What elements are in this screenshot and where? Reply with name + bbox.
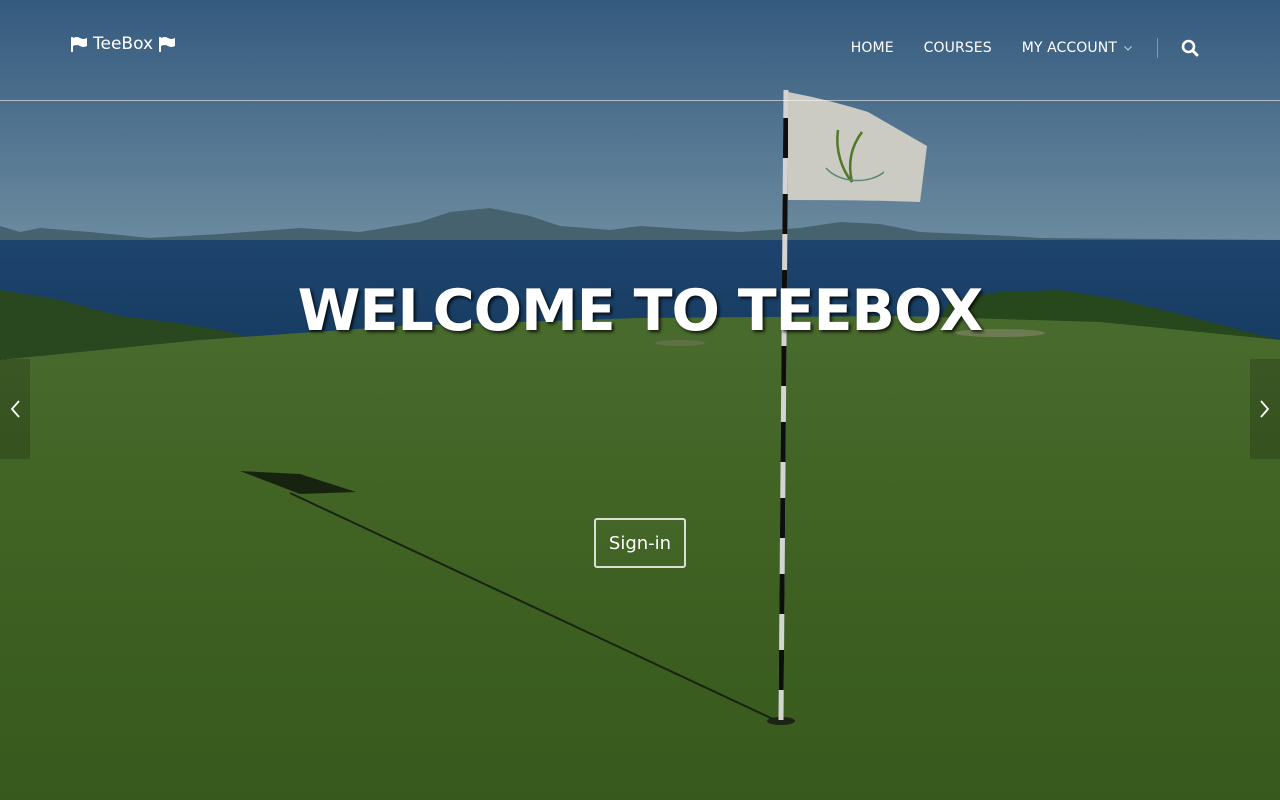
hero-headline: WELCOME TO TEEBOX (297, 278, 984, 344)
hero-slider: TeeBox HOME COURSES MY ACCOUNT WELCOME T… (0, 0, 1280, 800)
flag-icon (71, 37, 87, 52)
chevron-down-icon (1124, 45, 1132, 51)
brand-name: TeeBox (93, 34, 154, 54)
signin-button[interactable]: Sign-in (594, 518, 686, 568)
nav-item-label: COURSES (923, 40, 992, 56)
flag-icon (159, 37, 176, 52)
site-header: TeeBox HOME COURSES MY ACCOUNT (0, 0, 1280, 101)
hero-background-image (0, 0, 1280, 800)
main-nav: HOME COURSES MY ACCOUNT (851, 36, 1280, 60)
nav-item-label: HOME (850, 40, 894, 56)
chevron-right-icon (1260, 400, 1270, 418)
nav-divider (1157, 38, 1158, 58)
nav-item-home[interactable]: HOME (851, 40, 894, 56)
nav-item-courses[interactable]: COURSES (924, 40, 992, 56)
search-icon (1181, 39, 1199, 57)
nav-item-label: MY ACCOUNT (1021, 40, 1117, 56)
nav-item-my-account[interactable]: MY ACCOUNT (1022, 40, 1132, 56)
chevron-left-icon (10, 400, 20, 418)
search-button[interactable] (1180, 38, 1200, 58)
brand-logo[interactable]: TeeBox (70, 32, 176, 56)
slider-next-button[interactable] (1250, 359, 1280, 459)
slider-prev-button[interactable] (0, 359, 30, 459)
